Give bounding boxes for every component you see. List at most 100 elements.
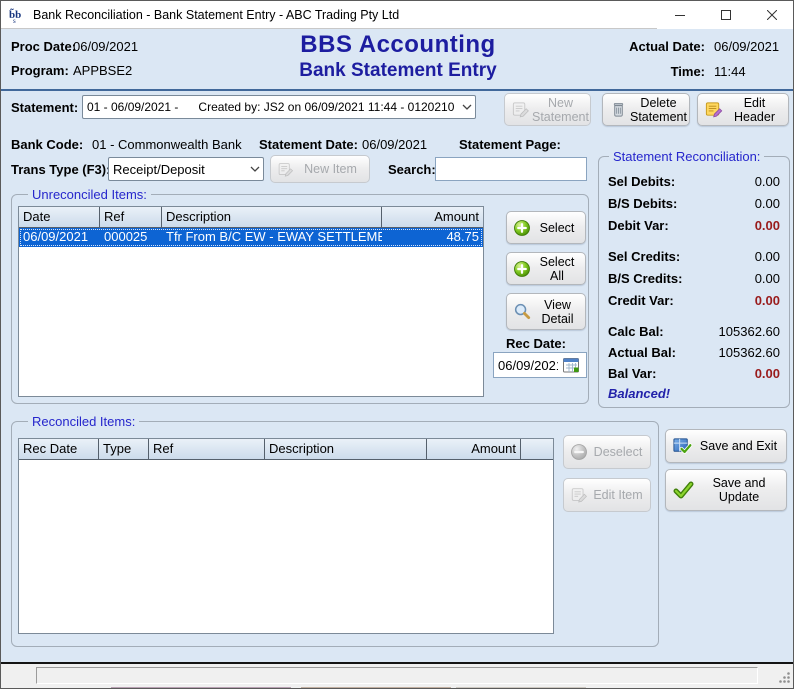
minimize-icon bbox=[675, 10, 685, 20]
statement-page-label: Statement Page: bbox=[459, 137, 561, 152]
select-all-button[interactable]: Select All bbox=[506, 252, 586, 285]
select-button[interactable]: Select bbox=[506, 211, 586, 244]
reconciled-table: Rec Date Type Ref Description Amount bbox=[18, 438, 554, 634]
status-bar bbox=[1, 664, 794, 689]
svg-text:s: s bbox=[13, 17, 16, 23]
edit-pencil-icon bbox=[704, 100, 723, 119]
new-form-icon bbox=[277, 161, 294, 178]
chevron-down-icon bbox=[247, 166, 263, 173]
column-header-type[interactable]: Type bbox=[99, 439, 149, 460]
search-input[interactable] bbox=[435, 157, 587, 181]
table-row[interactable]: 06/09/2021000025Tfr From B/C EW - EWAY S… bbox=[19, 228, 483, 247]
edit-header-button[interactable]: Edit Header bbox=[697, 93, 789, 126]
new-item-button[interactable]: New Item bbox=[270, 155, 370, 183]
recon-row: B/S Credits:0.00 bbox=[608, 271, 780, 289]
bank-code-value: 01 - Commonwealth Bank bbox=[92, 137, 242, 152]
unreconciled-table: Date Ref Description Amount 06/09/202100… bbox=[18, 206, 484, 397]
select-label: Select bbox=[533, 221, 581, 235]
reconciled-group-title: Reconciled Items: bbox=[28, 414, 139, 429]
table-cell: 000025 bbox=[100, 228, 162, 247]
close-button[interactable] bbox=[749, 1, 794, 29]
bank-code-label: Bank Code: bbox=[11, 137, 83, 152]
edit-header-label: Edit Header bbox=[725, 96, 784, 124]
save-and-update-label: Save and Update bbox=[696, 476, 782, 504]
statement-label: Statement: bbox=[11, 100, 78, 115]
statement-select-value: 01 - 06/09/2021 - Created by: JS2 on 06/… bbox=[83, 100, 459, 114]
recon-row: Sel Credits:0.00 bbox=[608, 249, 780, 267]
app-icon: b̃bs bbox=[9, 7, 25, 23]
program-label: Program: bbox=[11, 63, 69, 78]
new-statement-button[interactable]: New Statement bbox=[504, 93, 591, 126]
select-all-label: Select All bbox=[533, 255, 581, 283]
time-label: Time: bbox=[561, 64, 705, 79]
column-header-description[interactable]: Description bbox=[265, 439, 427, 460]
recon-row: B/S Debits:0.00 bbox=[608, 196, 780, 214]
screen-title: Bank Statement Entry bbox=[198, 60, 598, 82]
trans-type-select[interactable]: Receipt/Deposit bbox=[108, 157, 264, 181]
green-check-icon bbox=[672, 479, 694, 501]
view-detail-button[interactable]: View Detail bbox=[506, 293, 586, 330]
app-title: BBS Accounting bbox=[198, 31, 598, 59]
reconciled-table-header: Rec Date Type Ref Description Amount bbox=[19, 439, 553, 460]
save-exit-icon bbox=[672, 436, 693, 457]
title-bar: b̃bs Bank Reconciliation - Bank Statemen… bbox=[1, 1, 793, 29]
recon-row: Debit Var:0.00 bbox=[608, 218, 780, 236]
statement-date-value: 06/09/2021 bbox=[362, 137, 427, 152]
actual-date-value: 06/09/2021 bbox=[714, 39, 779, 54]
column-header-rec-date[interactable]: Rec Date bbox=[19, 439, 99, 460]
unreconciled-group-title: Unreconciled Items: bbox=[28, 187, 151, 202]
unreconciled-table-body: 06/09/2021000025Tfr From B/C EW - EWAY S… bbox=[19, 228, 483, 247]
column-header-date[interactable]: Date bbox=[19, 207, 100, 228]
edit-item-label: Edit Item bbox=[590, 488, 646, 502]
trans-type-label: Trans Type (F3): bbox=[11, 162, 110, 177]
column-header-amount[interactable]: Amount bbox=[382, 207, 483, 228]
plus-circle-icon bbox=[513, 219, 531, 237]
statement-date-label: Statement Date: bbox=[259, 137, 358, 152]
column-header-ref[interactable]: Ref bbox=[149, 439, 265, 460]
balanced-status: Balanced! bbox=[608, 386, 670, 401]
maximize-button[interactable] bbox=[703, 1, 749, 29]
view-detail-label: View Detail bbox=[534, 298, 581, 326]
table-cell: 48.75 bbox=[382, 228, 483, 247]
minus-circle-icon bbox=[570, 443, 588, 461]
statement-reconciliation-group: Statement Reconciliation: Sel Debits:0.0… bbox=[598, 156, 790, 408]
proc-date-value: 06/09/2021 bbox=[73, 39, 138, 54]
calendar-button[interactable] bbox=[562, 356, 580, 374]
save-and-exit-button[interactable]: Save and Exit bbox=[665, 429, 787, 463]
chevron-down-icon bbox=[459, 104, 475, 111]
deselect-label: Deselect bbox=[590, 445, 646, 459]
save-and-update-button[interactable]: Save and Update bbox=[665, 469, 787, 511]
minimize-button[interactable] bbox=[657, 1, 703, 29]
statement-select[interactable]: 01 - 06/09/2021 - Created by: JS2 on 06/… bbox=[82, 95, 476, 119]
column-header-description[interactable]: Description bbox=[162, 207, 382, 228]
rec-date-input[interactable] bbox=[494, 354, 562, 376]
recon-row: Sel Debits:0.00 bbox=[608, 174, 780, 192]
close-icon bbox=[767, 10, 777, 20]
magnifier-icon bbox=[513, 302, 532, 321]
delete-statement-label: Delete Statement bbox=[630, 96, 687, 124]
recon-row: Calc Bal:105362.60 bbox=[608, 324, 780, 342]
actual-date-label: Actual Date: bbox=[561, 39, 705, 54]
rec-date-label: Rec Date: bbox=[506, 336, 566, 351]
edit-form-icon bbox=[570, 486, 588, 504]
column-header-filler bbox=[521, 439, 553, 460]
recon-row: Actual Bal:105362.60 bbox=[608, 345, 780, 363]
trash-icon bbox=[609, 100, 628, 119]
application-window: b̃bs Bank Reconciliation - Bank Statemen… bbox=[0, 0, 794, 689]
reconciliation-group-title: Statement Reconciliation: bbox=[609, 149, 764, 164]
proc-date-label: Proc Date: bbox=[11, 39, 76, 54]
edit-item-button[interactable]: Edit Item bbox=[563, 478, 651, 512]
delete-statement-button[interactable]: Delete Statement bbox=[602, 93, 690, 126]
header-separator bbox=[1, 89, 794, 91]
unreconciled-table-header: Date Ref Description Amount bbox=[19, 207, 483, 228]
column-header-ref[interactable]: Ref bbox=[100, 207, 162, 228]
recon-row: Credit Var:0.00 bbox=[608, 293, 780, 311]
save-and-exit-label: Save and Exit bbox=[695, 439, 782, 453]
resize-grip-icon[interactable] bbox=[776, 669, 792, 685]
table-cell: 06/09/2021 bbox=[19, 228, 100, 247]
deselect-button[interactable]: Deselect bbox=[563, 435, 651, 469]
time-value: 11:44 bbox=[714, 64, 746, 79]
program-value: APPBSE2 bbox=[73, 63, 132, 78]
column-header-amount[interactable]: Amount bbox=[427, 439, 521, 460]
maximize-icon bbox=[721, 10, 731, 20]
